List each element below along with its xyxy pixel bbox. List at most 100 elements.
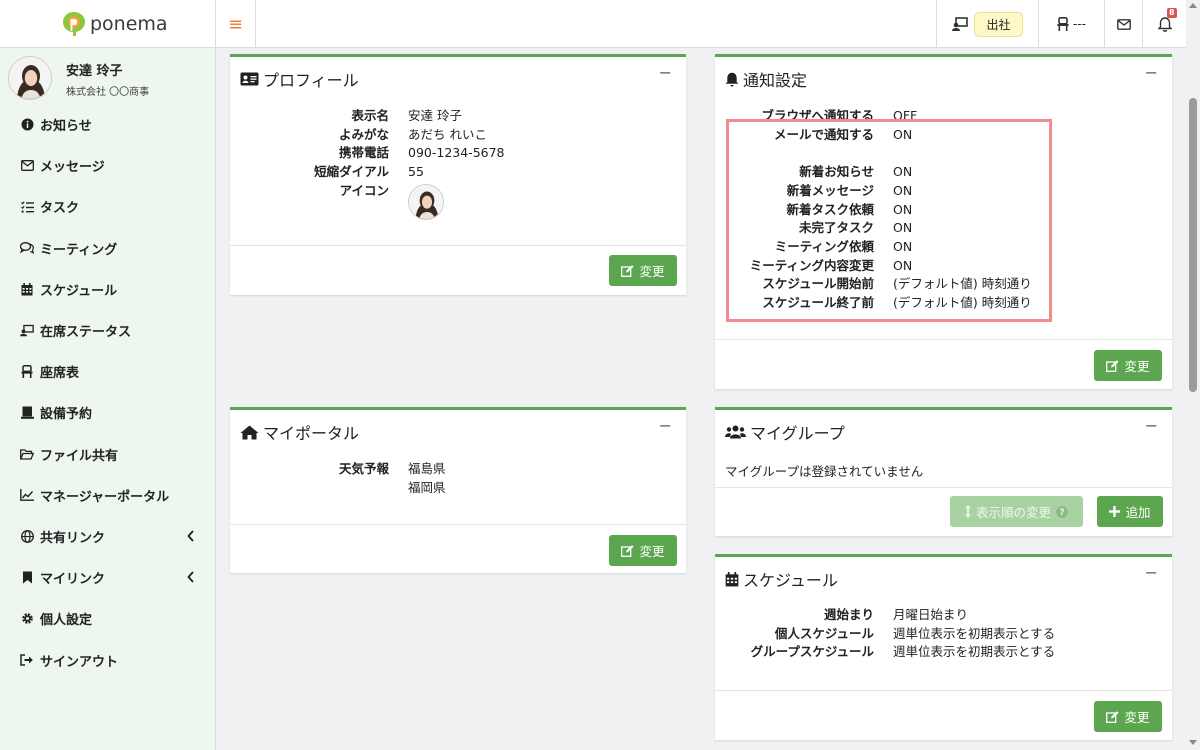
sidebar-item-tasks[interactable]: タスク xyxy=(0,186,216,227)
field-label: 週始まり xyxy=(823,607,874,622)
globe-icon xyxy=(20,529,34,543)
profile-keys: 表示名 よみがな 携帯電話 短縮ダイアル アイコン xyxy=(250,107,389,220)
sidebar-item-sign-out[interactable]: サインアウト xyxy=(0,639,216,680)
sidebar-item-my-links[interactable]: マイリンク xyxy=(0,557,216,598)
sidebar-item-schedule[interactable]: スケジュール xyxy=(0,269,216,310)
collapse-card-button[interactable]: − xyxy=(659,416,672,435)
top-bar: ponema ≡ 出社 --- 8 xyxy=(0,0,1186,48)
weather-region-value: 福島県 xyxy=(408,461,446,476)
sort-icon xyxy=(964,505,971,518)
schedule-change-button[interactable]: 変更 xyxy=(1094,701,1162,732)
card-divider xyxy=(230,524,686,525)
ponema-logo-icon xyxy=(63,12,85,36)
sidebar-item-label: スケジュール xyxy=(40,283,118,299)
field-label: 携帯電話 xyxy=(338,145,389,161)
card-divider xyxy=(230,245,686,246)
notification-button[interactable]: 8 xyxy=(1142,0,1186,48)
collapse-card-button[interactable]: − xyxy=(1145,63,1158,82)
personal-schedule-value: 週単位表示を初期表示とする xyxy=(893,625,1056,641)
profile-change-button[interactable]: 変更 xyxy=(609,255,677,286)
bell-icon xyxy=(725,72,739,86)
schedule-details: 週始まり 個人スケジュール グループスケジュール 月曜日始まり 週単位表示を初期… xyxy=(725,606,1056,662)
field-label: アイコン xyxy=(339,182,389,198)
calendar-icon xyxy=(725,571,739,586)
schedule-values: 月曜日始まり 週単位表示を初期表示とする 週単位表示を初期表示とする xyxy=(893,606,1055,662)
portal-values: 福島県 福岡県 xyxy=(408,460,446,497)
field-label: 個人スケジュール xyxy=(774,625,874,641)
folder-icon xyxy=(20,447,34,461)
sidebar-item-messages[interactable]: メッセージ xyxy=(0,145,216,186)
portal-details: 天気予報 福島県 福岡県 xyxy=(250,460,446,497)
collapse-card-button[interactable]: − xyxy=(659,63,672,82)
envelope-icon xyxy=(20,159,34,173)
svg-text:?: ? xyxy=(1060,508,1065,518)
sidebar-item-presence[interactable]: 在席ステータス xyxy=(0,310,216,351)
id-card-icon xyxy=(240,72,259,86)
task-list-icon xyxy=(20,200,34,214)
page-scrollbar[interactable] xyxy=(1186,0,1200,750)
highlight-box xyxy=(726,119,1052,322)
sidebar-item-label: マイリンク xyxy=(40,572,106,588)
scroll-down-arrow-icon[interactable] xyxy=(1189,740,1197,745)
sidebar-item-label: メッセージ xyxy=(40,160,105,176)
sidebar-item-label: 共有リンク xyxy=(40,530,106,546)
info-icon xyxy=(20,118,34,132)
seat-button[interactable]: --- xyxy=(1038,0,1104,48)
chart-line-icon xyxy=(20,488,34,502)
sidebar-item-notices[interactable]: お知らせ xyxy=(0,104,216,145)
notification-count-badge: 8 xyxy=(1167,8,1177,18)
sidebar-item-meetings[interactable]: ミーティング xyxy=(0,228,216,269)
card-title-text: 通知設定 xyxy=(743,71,808,90)
sidebar-item-label: タスク xyxy=(40,201,80,217)
week-start-value: 月曜日始まり xyxy=(893,607,969,622)
brand-name: ponema xyxy=(90,13,168,35)
bookmark-icon xyxy=(20,571,34,585)
button-label: 追加 xyxy=(1125,505,1151,520)
bell-icon xyxy=(1157,16,1172,32)
notification-change-button[interactable]: 変更 xyxy=(1094,350,1162,381)
hamburger-icon: ≡ xyxy=(227,13,244,35)
my-portal-card: マイポータル − 天気予報 福島県 福岡県 変更 xyxy=(230,407,686,573)
presence-icon xyxy=(952,17,969,31)
button-label: 表示順の変更 xyxy=(975,505,1051,520)
sidebar-item-file-share[interactable]: ファイル共有 xyxy=(0,434,216,475)
card-title-text: マイグループ xyxy=(750,424,845,443)
scroll-thumb[interactable] xyxy=(1189,98,1197,392)
portal-change-button[interactable]: 変更 xyxy=(609,535,677,566)
seat-value: --- xyxy=(1073,17,1086,31)
chevron-left-icon xyxy=(187,530,194,542)
sidebar: 安達 玲子 株式会社 〇〇商事 お知らせ メッセージ タスク ミーティング スケ… xyxy=(0,48,216,750)
sidebar-item-personal-settings[interactable]: 個人設定 xyxy=(0,598,216,639)
edit-icon xyxy=(621,264,635,277)
profile-values: 安達 玲子 あだち れいこ 090-1234-5678 55 xyxy=(408,107,505,220)
add-group-button[interactable]: 追加 xyxy=(1097,496,1163,527)
reorder-button[interactable]: 表示順の変更 ? xyxy=(950,496,1083,527)
field-label: よみがな xyxy=(338,126,389,142)
menu-toggle-button[interactable]: ≡ xyxy=(216,0,256,48)
collapse-card-button[interactable]: − xyxy=(1145,563,1158,582)
schedule-card-title: スケジュール xyxy=(725,567,838,591)
collapse-card-button[interactable]: − xyxy=(1145,416,1158,435)
chat-bubbles-icon xyxy=(20,241,34,255)
presence-status-button[interactable]: 出社 xyxy=(936,0,1038,48)
brand[interactable]: ponema xyxy=(0,0,216,48)
my-group-card: マイグループ − マイグループは登録されていません 表示順の変更 ? 追加 xyxy=(715,407,1172,536)
user-block[interactable]: 安達 玲子 株式会社 〇〇商事 xyxy=(8,54,208,102)
sidebar-item-seating[interactable]: 座席表 xyxy=(0,351,216,392)
field-label xyxy=(250,479,389,498)
sign-out-icon xyxy=(20,653,34,667)
facility-icon xyxy=(20,406,34,420)
sidebar-item-facility[interactable]: 設備予約 xyxy=(0,392,216,433)
scroll-up-arrow-icon[interactable] xyxy=(1189,3,1197,8)
sidebar-item-label: ミーティング xyxy=(40,242,118,258)
user-company: 株式会社 〇〇商事 xyxy=(66,87,150,98)
sidebar-item-shared-links[interactable]: 共有リンク xyxy=(0,516,216,557)
gear-icon xyxy=(20,612,34,626)
card-title-text: マイポータル xyxy=(263,424,360,443)
field-label: 天気予報 xyxy=(338,461,389,476)
card-title-text: プロフィール xyxy=(263,71,359,90)
mail-button[interactable] xyxy=(1104,0,1142,48)
profile-avatar xyxy=(408,183,444,220)
sidebar-item-manager-portal[interactable]: マネージャーポータル xyxy=(0,475,216,516)
avatar xyxy=(8,56,52,100)
